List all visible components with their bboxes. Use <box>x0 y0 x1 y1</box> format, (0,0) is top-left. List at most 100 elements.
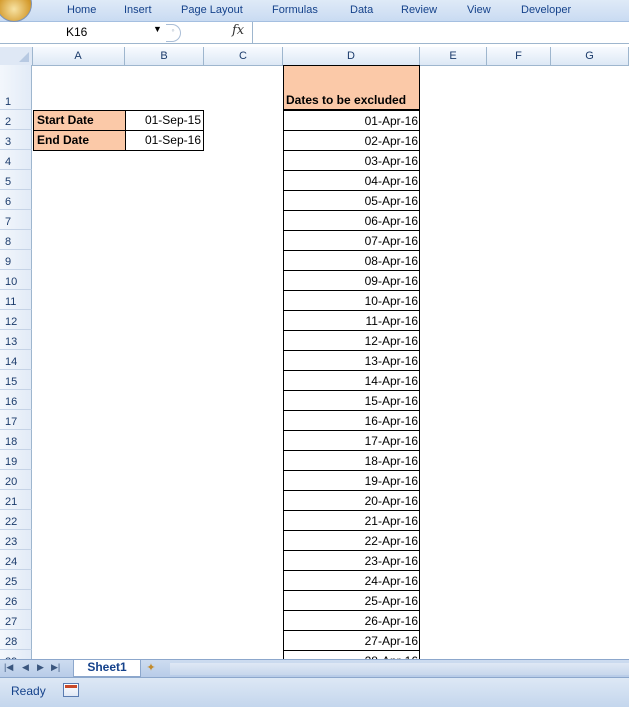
date-cell[interactable]: 06-Apr-16 <box>283 210 420 230</box>
row-header-1[interactable]: 1 <box>0 65 32 110</box>
row-header-26[interactable]: 26 <box>0 590 32 610</box>
cell-b2[interactable]: 01-Sep-15 <box>125 110 204 131</box>
fx-icon[interactable]: fx <box>232 23 244 38</box>
tab-view[interactable]: View <box>467 4 491 16</box>
row-header-label: 25 <box>5 576 18 588</box>
date-cell[interactable]: 18-Apr-16 <box>283 450 420 470</box>
tab-review[interactable]: Review <box>401 4 437 16</box>
row-header-15[interactable]: 15 <box>0 370 32 390</box>
date-cell[interactable]: 16-Apr-16 <box>283 410 420 430</box>
row-header-28[interactable]: 28 <box>0 630 32 650</box>
date-cell[interactable]: 09-Apr-16 <box>283 270 420 290</box>
date-cell[interactable]: 17-Apr-16 <box>283 430 420 450</box>
cell-b3[interactable]: 01-Sep-16 <box>125 130 204 151</box>
row-header-7[interactable]: 7 <box>0 210 32 230</box>
row-header-3[interactable]: 3 <box>0 130 32 150</box>
row-header-13[interactable]: 13 <box>0 330 32 350</box>
tab-page-layout[interactable]: Page Layout <box>181 4 243 16</box>
row-header-19[interactable]: 19 <box>0 450 32 470</box>
row-header-24[interactable]: 24 <box>0 550 32 570</box>
row-header-18[interactable]: 18 <box>0 430 32 450</box>
date-cell[interactable]: 10-Apr-16 <box>283 290 420 310</box>
name-box[interactable]: K16 <box>0 23 146 41</box>
row-header-label: 9 <box>5 256 12 268</box>
row-header-4[interactable]: 4 <box>0 150 32 170</box>
row-header-25[interactable]: 25 <box>0 570 32 590</box>
row-header-17[interactable]: 17 <box>0 410 32 430</box>
date-cell[interactable]: 19-Apr-16 <box>283 470 420 490</box>
column-header-d[interactable]: D <box>283 47 420 65</box>
row-header-label: 21 <box>5 496 18 508</box>
row-header-9[interactable]: 9 <box>0 250 32 270</box>
date-cell[interactable]: 14-Apr-16 <box>283 370 420 390</box>
date-cell[interactable]: 28-Apr-16 <box>283 650 420 659</box>
row-header-5[interactable]: 5 <box>0 170 32 190</box>
next-sheet-icon[interactable]: ▶ <box>37 662 44 673</box>
date-cell[interactable]: 07-Apr-16 <box>283 230 420 250</box>
date-cell[interactable]: 25-Apr-16 <box>283 590 420 610</box>
office-button-icon[interactable] <box>0 0 32 22</box>
tab-insert[interactable]: Insert <box>124 4 152 16</box>
insert-sheet-icon[interactable]: ✦ <box>140 661 162 675</box>
horizontal-scrollbar[interactable] <box>170 663 629 675</box>
column-header-c[interactable]: C <box>204 47 283 65</box>
tab-data[interactable]: Data <box>350 4 373 16</box>
row-header-12[interactable]: 12 <box>0 310 32 330</box>
row-header-23[interactable]: 23 <box>0 530 32 550</box>
date-cell[interactable]: 13-Apr-16 <box>283 350 420 370</box>
chevron-down-icon[interactable]: ▼ <box>153 24 162 34</box>
date-cell[interactable]: 01-Apr-16 <box>283 110 420 130</box>
row-header-6[interactable]: 6 <box>0 190 32 210</box>
row-header-11[interactable]: 11 <box>0 290 32 310</box>
sheet-tab[interactable]: Sheet1 <box>73 660 141 677</box>
row-header-label: 12 <box>5 316 18 328</box>
date-cell[interactable]: 11-Apr-16 <box>283 310 420 330</box>
splitter-handle-icon[interactable]: ◦ <box>166 24 181 42</box>
row-header-label: 15 <box>5 376 18 388</box>
cell-d1[interactable]: Dates to be excluded <box>283 65 420 110</box>
date-cell[interactable]: 20-Apr-16 <box>283 490 420 510</box>
row-header-label: 28 <box>5 636 18 648</box>
cell-a2[interactable]: Start Date <box>33 110 126 131</box>
date-cell[interactable]: 23-Apr-16 <box>283 550 420 570</box>
date-cell[interactable]: 27-Apr-16 <box>283 630 420 650</box>
column-header-f[interactable]: F <box>487 47 551 65</box>
date-cell[interactable]: 05-Apr-16 <box>283 190 420 210</box>
date-cell[interactable]: 21-Apr-16 <box>283 510 420 530</box>
row-header-29[interactable]: 29 <box>0 650 32 659</box>
row-header-21[interactable]: 21 <box>0 490 32 510</box>
date-cell[interactable]: 04-Apr-16 <box>283 170 420 190</box>
date-cell[interactable]: 12-Apr-16 <box>283 330 420 350</box>
date-cell[interactable]: 02-Apr-16 <box>283 130 420 150</box>
formula-input[interactable] <box>254 23 629 41</box>
date-cell[interactable]: 08-Apr-16 <box>283 250 420 270</box>
date-cell[interactable]: 24-Apr-16 <box>283 570 420 590</box>
row-header-20[interactable]: 20 <box>0 470 32 490</box>
last-sheet-icon[interactable]: ▶| <box>51 662 60 673</box>
date-cell[interactable]: 26-Apr-16 <box>283 610 420 630</box>
date-cell[interactable]: 22-Apr-16 <box>283 530 420 550</box>
column-header-e[interactable]: E <box>420 47 487 65</box>
row-header-27[interactable]: 27 <box>0 610 32 630</box>
column-header-a[interactable]: A <box>32 47 125 65</box>
row-header-14[interactable]: 14 <box>0 350 32 370</box>
cell-a3[interactable]: End Date <box>33 130 126 151</box>
row-header-8[interactable]: 8 <box>0 230 32 250</box>
row-header-16[interactable]: 16 <box>0 390 32 410</box>
row-header-22[interactable]: 22 <box>0 510 32 530</box>
tab-developer[interactable]: Developer <box>521 4 571 16</box>
worksheet-grid[interactable]: A B C D E F G 1 2 3 4 5 6 7 8 9 10 11 12 13 14 15 16 17 1… <box>0 47 629 659</box>
column-header-g[interactable]: G <box>551 47 629 65</box>
column-header-b[interactable]: B <box>125 47 204 65</box>
tab-formulas[interactable]: Formulas <box>272 4 318 16</box>
first-sheet-icon[interactable]: |◀ <box>4 662 13 673</box>
row-header-label: 23 <box>5 536 18 548</box>
macro-recording-icon[interactable] <box>63 683 79 697</box>
tab-home[interactable]: Home <box>67 4 96 16</box>
row-header-10[interactable]: 10 <box>0 270 32 290</box>
date-cell[interactable]: 03-Apr-16 <box>283 150 420 170</box>
select-all-button[interactable] <box>0 47 33 65</box>
date-cell[interactable]: 15-Apr-16 <box>283 390 420 410</box>
prev-sheet-icon[interactable]: ◀ <box>22 662 29 673</box>
row-header-2[interactable]: 2 <box>0 110 32 130</box>
